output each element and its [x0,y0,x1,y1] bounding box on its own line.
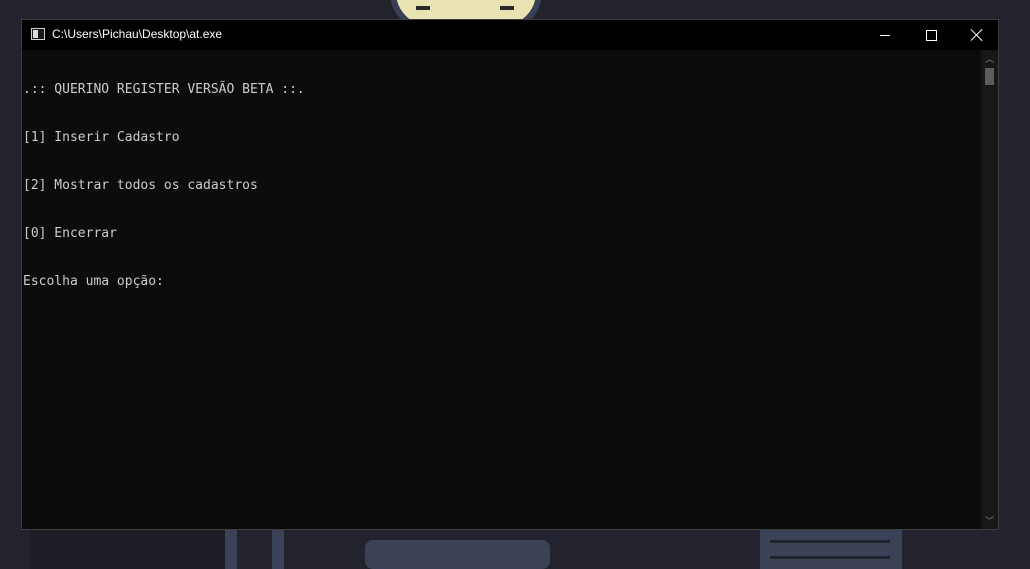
wallpaper-drawer-line [770,540,890,543]
console-line-option-2: [2] Mostrar todos os cadastros [23,178,258,193]
window-title: C:\Users\Pichau\Desktop\at.exe [52,27,223,41]
close-button[interactable] [954,20,1000,50]
wallpaper-shape [365,540,550,569]
console-line-option-0: [0] Encerrar [23,226,117,241]
wallpaper-drawer [760,530,900,569]
title-bar[interactable]: C:\Users\Pichau\Desktop\at.exe [22,20,998,50]
wallpaper-stripe [890,530,902,569]
vertical-scrollbar[interactable]: ︿ ﹀ [981,50,998,529]
scroll-down-icon[interactable]: ﹀ [981,512,998,529]
wallpaper-stripe [272,530,284,569]
wallpaper-clock-mark [500,6,514,10]
scroll-up-icon[interactable]: ︿ [981,50,998,67]
close-icon [971,29,983,41]
wallpaper-shape [30,530,230,569]
console-output[interactable]: .:: QUERINO REGISTER VERSÃO BETA ::. [1]… [23,50,981,529]
wallpaper-clock-mark [416,6,430,10]
wallpaper-drawer-line [770,556,890,559]
maximize-button[interactable] [908,20,954,50]
wallpaper-stripe [225,530,237,569]
minimize-button[interactable] [862,20,908,50]
scrollbar-thumb[interactable] [985,68,994,85]
console-line-option-1: [1] Inserir Cadastro [23,130,180,145]
console-app-icon[interactable] [31,28,45,40]
console-line-header: .:: QUERINO REGISTER VERSÃO BETA ::. [23,82,305,97]
minimize-icon [880,34,890,36]
console-window[interactable]: C:\Users\Pichau\Desktop\at.exe .:: QUERI… [21,19,999,530]
console-prompt: Escolha uma opção: [23,274,164,289]
maximize-icon [925,29,937,41]
